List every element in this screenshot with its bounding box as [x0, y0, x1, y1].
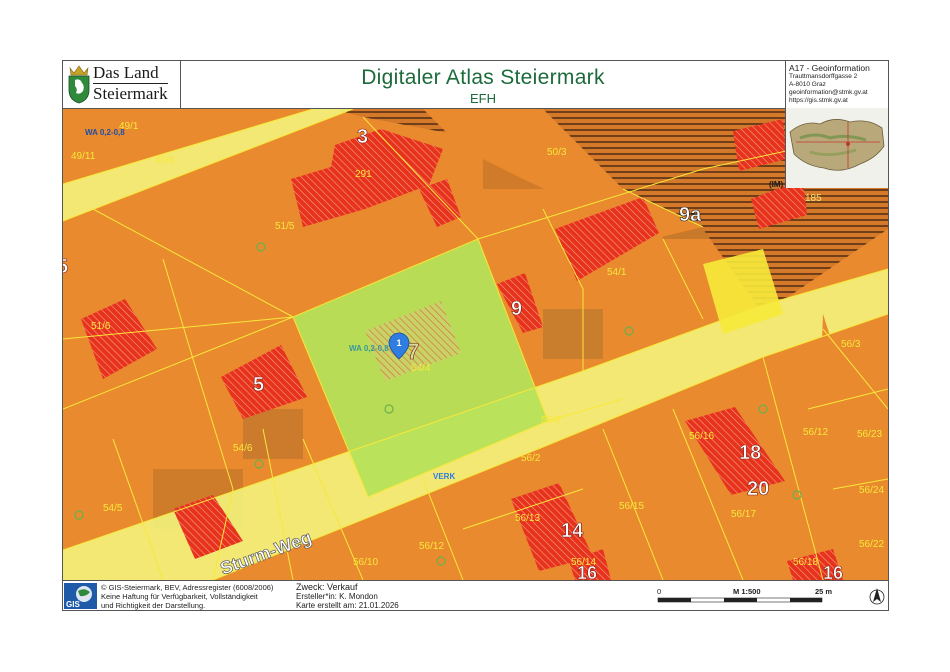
agency-street: Trauttmansdorffgasse 2 [789, 73, 858, 80]
gis-label: GIS [66, 600, 80, 609]
state-logo: Das Land Steiermark [63, 61, 181, 108]
marker-number: 1 [396, 338, 401, 348]
parcel-label: 56/2 [521, 453, 541, 464]
scale-bar: 0 M 1:500 25 m [655, 585, 835, 609]
map-sheet: Das Land Steiermark Digitaler Atlas Stei… [62, 60, 889, 611]
parcel-label: 56/13 [515, 513, 540, 524]
parcel-label: 54/1 [607, 267, 627, 278]
gis-globe-icon: GIS [64, 583, 97, 609]
purpose-text: Zweck: Verkauf [296, 582, 358, 592]
created-date-text: Karte erstellt am: 21.01.2026 [296, 601, 399, 610]
parcel-label: 49/11 [71, 151, 96, 162]
north-arrow-icon [869, 588, 885, 605]
coat-of-arms-icon [68, 65, 90, 104]
purpose-block: Zweck: Verkauf Ersteller*in: K. Mondon K… [296, 582, 399, 611]
house-number: 5 [63, 256, 68, 278]
creator-text: Ersteller*in: K. Mondon [296, 592, 378, 601]
copyright-block: © GIS-Steiermark, BEV, Adressregister (6… [101, 583, 273, 610]
north-arrow [869, 585, 885, 607]
scale-ratio: M 1:500 [733, 587, 761, 596]
scale-end: 25 m [815, 587, 832, 596]
im-label: (IM) [769, 180, 784, 189]
zone-label: VERK [433, 472, 455, 481]
zone-label: WA 0,2-0,8 [349, 344, 389, 353]
parcel-label: 56/16 [689, 431, 714, 442]
house-number: 9a [679, 204, 702, 226]
parcel-label: 56/23 [857, 429, 882, 440]
house-number: 14 [561, 520, 584, 542]
map-title: Digitaler Atlas Steiermark [361, 66, 605, 89]
parcel-label: 54/5 [103, 503, 123, 514]
parcel-label: 54/4 [411, 363, 431, 374]
agency-city: A-8010 Graz [789, 81, 826, 88]
map-header: Das Land Steiermark Digitaler Atlas Stei… [63, 61, 888, 109]
parcel-label: 56/3 [841, 339, 861, 350]
zone-label: WA 0,2-0,8 [85, 128, 125, 137]
parcel-label: 56/12 [803, 427, 828, 438]
cadastral-map: 49/1 49/11 49/6 291 51/5 50/3 185 54/1 5… [63, 109, 888, 580]
title-area: Digitaler Atlas Steiermark EFH [181, 61, 785, 108]
parcel-label: 56/22 [859, 539, 884, 550]
agency-web[interactable]: https://gis.stmk.gv.at [789, 97, 888, 105]
parcel-label: 56/12 [419, 541, 444, 552]
house-number: 9 [511, 298, 522, 320]
map-canvas[interactable]: 49/1 49/11 49/6 291 51/5 50/3 185 54/1 5… [63, 109, 888, 580]
parcel-label: 51/5 [275, 221, 295, 232]
scale-start: 0 [657, 587, 661, 596]
parcel-label: 56/6 [541, 415, 561, 426]
map-subtitle: EFH [470, 91, 496, 106]
copyright-line-2: Keine Haftung für Verfügbarkeit, Vollstä… [101, 592, 258, 601]
agency-info: A17 - Geoinformation Trauttmansdorffgass… [785, 61, 888, 108]
gis-logo: GIS [64, 583, 97, 609]
parcel-label: 185 [805, 193, 822, 204]
house-number: 3 [357, 126, 368, 148]
copyright-line-3: und Richtigkeit der Darstellung. [101, 601, 206, 610]
parcel-label: 291 [355, 169, 372, 180]
overview-map [785, 108, 888, 188]
parcel-label: 51/6 [91, 321, 111, 332]
parcel-label: 56/10 [353, 557, 378, 568]
parcel-label: 49/6 [155, 155, 175, 166]
scale-bar-graphic: 0 M 1:500 25 m [657, 587, 832, 603]
house-number: 16 [823, 563, 843, 580]
parcel-label: 56/17 [731, 509, 756, 520]
parcel-label: 56/18 [793, 557, 818, 568]
agency-email[interactable]: geoinformation@stmk.gv.at [789, 89, 888, 97]
logo-line-2: Steiermark [93, 83, 168, 103]
parcel-label: 50/3 [547, 147, 567, 158]
parcel-label: 54/6 [233, 443, 253, 454]
parcel-label: 56/24 [859, 485, 884, 496]
logo-line-1: Das Land [93, 63, 159, 82]
overview-map-graphic [786, 108, 888, 188]
copyright-line-1: © GIS-Steiermark, BEV, Adressregister (6… [101, 583, 274, 592]
house-number: 16 [577, 563, 597, 580]
house-number: 18 [739, 442, 761, 464]
agency-name: A17 - Geoinformation [789, 63, 870, 73]
map-footer: GIS © GIS-Steiermark, BEV, Adressregiste… [63, 580, 888, 611]
parcel-label: 56/15 [619, 501, 644, 512]
house-number: 20 [747, 478, 769, 500]
house-number: 5 [253, 374, 264, 396]
